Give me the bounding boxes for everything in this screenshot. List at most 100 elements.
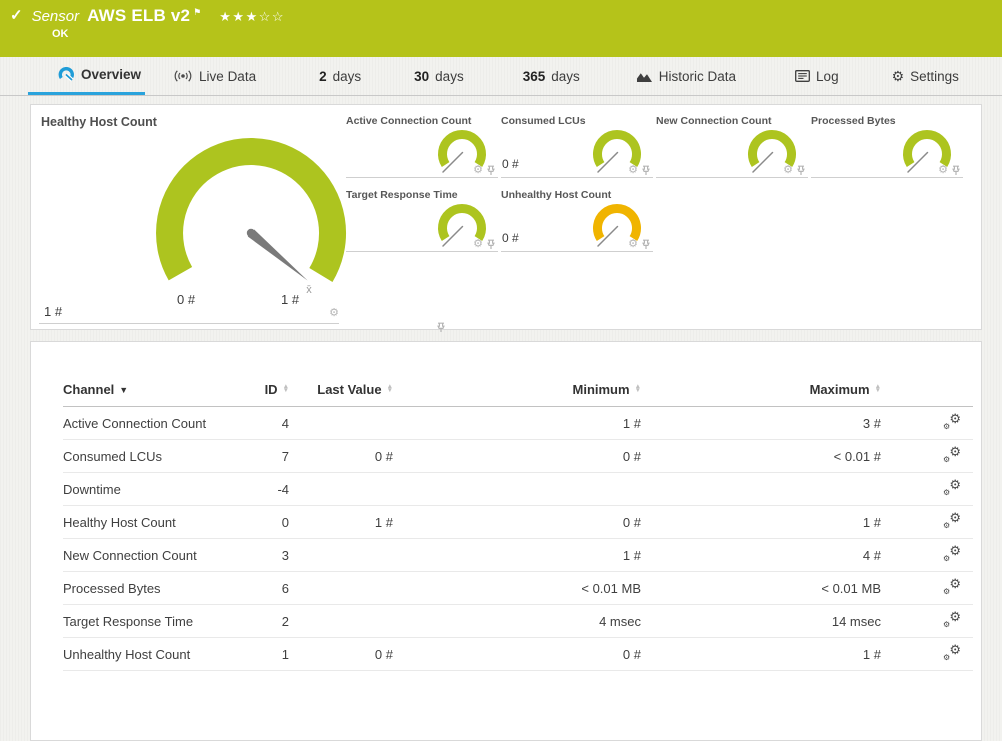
channel-settings-icon[interactable]: ⚙ ⚙	[943, 444, 961, 463]
channel-settings-icon[interactable]: ⚙ ⚙	[943, 477, 961, 496]
channel-maximum: 1 #	[641, 637, 881, 671]
channel-settings-icon[interactable]: ⚙ ⚙	[943, 642, 961, 661]
gear-icon[interactable]: ⚙	[473, 165, 483, 176]
column-header-maximum[interactable]: Maximum ▲ ▼	[641, 382, 881, 407]
channel-last-value: 0 #	[289, 439, 393, 473]
gauge-title: Processed Bytes	[811, 115, 896, 127]
channel-name: Processed Bytes	[63, 571, 227, 605]
tab-number: 2	[319, 68, 327, 84]
channel-id: 1	[227, 637, 289, 671]
gear-icon[interactable]: ⚙	[329, 308, 339, 319]
pin-icon[interactable]	[641, 165, 651, 176]
small-gauge-cell: Consumed LCUs 0 # ⚙	[501, 113, 653, 178]
stars-empty: ☆☆	[258, 9, 286, 24]
gear-icon: ⚙	[891, 67, 905, 84]
sort-icon: ▲ ▼	[386, 382, 393, 394]
tab-log[interactable]: Log	[795, 57, 839, 95]
channel-id: 0	[227, 505, 289, 539]
channel-id: 3	[227, 538, 289, 572]
column-header-last-value[interactable]: Last Value ▲ ▼	[289, 382, 393, 407]
channel-minimum: 0 #	[393, 637, 641, 671]
sort-icon: ▲ ▼	[282, 382, 289, 394]
log-list-icon	[795, 70, 810, 82]
channel-minimum: < 0.01 MB	[393, 571, 641, 605]
channel-table: Channel ▼ ID ▲ ▼ Last Value ▲ ▼ Minimum ▲ ▼ Max…	[63, 382, 973, 671]
channel-id: -4	[227, 472, 289, 506]
small-gauge-cell: Unhealthy Host Count 0 # ⚙	[501, 187, 653, 252]
channel-minimum: 4 msec	[393, 604, 641, 638]
gear-icon[interactable]: ⚙	[628, 165, 638, 176]
channel-settings-icon[interactable]: ⚙ ⚙	[943, 543, 961, 562]
pin-icon[interactable]	[796, 165, 806, 176]
primary-gauge: x̄	[156, 138, 347, 295]
channel-name: Unhealthy Host Count	[63, 637, 227, 671]
tab-label: Overview	[81, 67, 142, 82]
tab-365-days[interactable]: 365 days	[523, 57, 580, 95]
small-gauge-cell: Active Connection Count ⚙	[346, 113, 498, 178]
gear-icon[interactable]: ⚙	[938, 165, 948, 176]
column-header-channel[interactable]: Channel ▼	[63, 382, 227, 407]
pin-icon[interactable]	[436, 322, 446, 333]
channel-id: 4	[227, 406, 289, 440]
channel-maximum: 4 #	[641, 538, 881, 572]
tab-label: days	[551, 68, 580, 84]
channel-settings-icon[interactable]: ⚙ ⚙	[943, 510, 961, 529]
channel-last-value: 0 #	[289, 637, 393, 671]
channel-minimum: 0 #	[393, 505, 641, 539]
channel-maximum: 1 #	[641, 505, 881, 539]
gear-icon[interactable]: ⚙	[628, 239, 638, 250]
gauge-scale-max: 1 #	[281, 292, 300, 307]
average-marker: x̄	[306, 284, 312, 295]
small-gauge-cell: Target Response Time ⚙	[346, 187, 498, 252]
tab-30-days[interactable]: 30 days	[414, 57, 464, 95]
channel-minimum: 1 #	[393, 406, 641, 440]
object-type-label: Sensor	[31, 8, 80, 25]
channel-maximum: < 0.01 #	[641, 439, 881, 473]
table-row: Healthy Host Count 0 1 # 0 # 1 # ⚙ ⚙	[63, 505, 973, 539]
column-header-minimum[interactable]: Minimum ▲ ▼	[393, 382, 641, 407]
channel-last-value: 1 #	[289, 505, 393, 539]
gauge-current-value: 0 #	[502, 231, 519, 245]
tab-label: Live Data	[199, 68, 257, 84]
tab-number: 30	[414, 68, 430, 84]
small-gauge-cell: Processed Bytes ⚙	[811, 113, 963, 178]
tab-bar: Overview Live Data 2 days 30 days 365 da…	[0, 57, 1002, 96]
tab-2-days[interactable]: 2 days	[319, 57, 361, 95]
channel-name: Target Response Time	[63, 604, 227, 638]
channel-last-value	[289, 472, 393, 506]
gauge-title: Consumed LCUs	[501, 115, 586, 127]
tab-label: days	[435, 68, 464, 84]
channel-maximum: 14 msec	[641, 604, 881, 638]
sort-icon: ▲ ▼	[634, 382, 641, 394]
channel-id: 2	[227, 604, 289, 638]
channel-minimum: 1 #	[393, 538, 641, 572]
sensor-header-bar: ✓ Sensor AWS ELB v2 ⚑ ★★★☆☆ OK	[0, 0, 1002, 57]
pin-icon[interactable]	[641, 239, 651, 250]
channel-minimum: 0 #	[393, 439, 641, 473]
pin-icon[interactable]	[486, 239, 496, 250]
channel-id: 7	[227, 439, 289, 473]
tab-live-data[interactable]: Live Data	[173, 57, 256, 95]
table-row: Downtime -4 ⚙ ⚙	[63, 472, 973, 506]
priority-stars[interactable]: ★★★☆☆	[219, 9, 285, 25]
table-header-row: Channel ▼ ID ▲ ▼ Last Value ▲ ▼ Minimum ▲ ▼ Max…	[63, 382, 973, 407]
pin-icon[interactable]	[951, 165, 961, 176]
tab-settings[interactable]: ⚙ Settings	[892, 57, 959, 95]
pin-icon[interactable]	[486, 165, 496, 176]
channel-maximum	[641, 472, 881, 506]
channel-settings-icon[interactable]: ⚙ ⚙	[943, 576, 961, 595]
channel-settings-icon[interactable]: ⚙ ⚙	[943, 411, 961, 430]
table-row: Processed Bytes 6 < 0.01 MB < 0.01 MB ⚙ ⚙	[63, 571, 973, 605]
tab-label: Log	[816, 68, 839, 84]
sort-icon: ▲ ▼	[874, 382, 881, 394]
gear-icon[interactable]: ⚙	[783, 165, 793, 176]
tab-overview[interactable]: Overview	[28, 57, 146, 95]
stars-filled: ★★★	[219, 9, 259, 24]
channel-name: Downtime	[63, 472, 227, 506]
channel-id: 6	[227, 571, 289, 605]
channel-settings-icon[interactable]: ⚙ ⚙	[943, 609, 961, 628]
column-header-id[interactable]: ID ▲ ▼	[227, 382, 289, 407]
tab-historic-data[interactable]: Historic Data	[636, 57, 736, 95]
table-row: Consumed LCUs 7 0 # 0 # < 0.01 # ⚙ ⚙	[63, 439, 973, 473]
gear-icon[interactable]: ⚙	[473, 239, 483, 250]
